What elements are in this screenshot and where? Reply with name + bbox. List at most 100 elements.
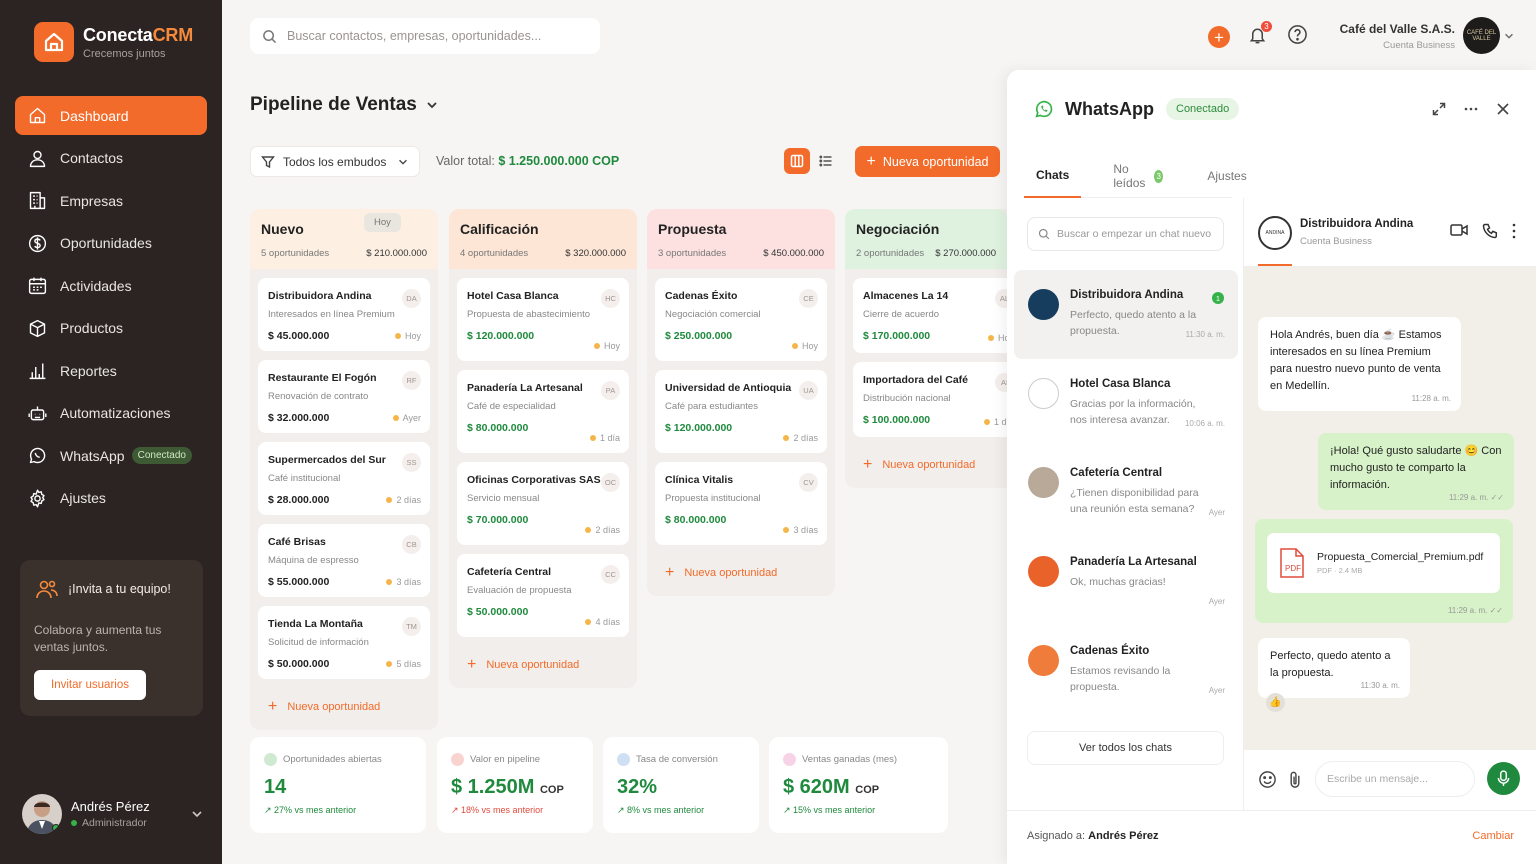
emoji-button[interactable]: [1258, 770, 1277, 794]
kpi-icon: [264, 753, 277, 766]
voice-message-button[interactable]: [1487, 762, 1520, 795]
conversation-header: ANDINA Distribuidora Andina Cuenta Busin…: [1243, 198, 1536, 267]
chat-item[interactable]: Hotel Casa Blanca Gracias por la informac…: [1014, 359, 1238, 448]
user-profile[interactable]: Andrés Pérez Administrador: [22, 794, 202, 834]
sidebar-item-empresas[interactable]: Empresas: [15, 181, 207, 220]
pdf-attachment[interactable]: PDF Propuesta_Comercial_Premium.pdf PDF · …: [1267, 533, 1500, 593]
chat-item[interactable]: Cafetería Central ¿Tienen disponibilidad …: [1014, 448, 1238, 537]
sidebar-item-ajustes[interactable]: Ajustes: [15, 479, 207, 518]
kpi-icon: [451, 753, 464, 766]
invite-card: ¡Invita a tu equipo! Colabora y aumenta …: [20, 560, 203, 716]
attach-button[interactable]: [1288, 770, 1302, 794]
add-opportunity-button[interactable]: + Nueva oportunidad: [258, 688, 430, 730]
opportunity-card[interactable]: Supermercados del Sur Café institucional $…: [258, 442, 430, 515]
add-opportunity-button[interactable]: + Nueva oportunidad: [655, 554, 827, 596]
chat-name: Panadería La Artesanal: [1070, 556, 1197, 568]
tab-chats[interactable]: Chats: [1024, 154, 1082, 198]
close-button[interactable]: [1496, 102, 1510, 116]
opportunity-card[interactable]: Universidad de Antioquia Café para estudi…: [655, 370, 827, 453]
card-title: Cadenas Éxito: [665, 290, 738, 302]
opportunity-card[interactable]: Cafetería Central Evaluación de propuesta…: [457, 554, 629, 637]
chat-item[interactable]: Cadenas Éxito Estamos revisando la propue…: [1014, 626, 1238, 715]
column-title: Nuevo: [261, 221, 304, 237]
card-title: Almacenes La 14: [863, 290, 949, 302]
sidebar-item-automatizaciones[interactable]: Automatizaciones: [15, 394, 207, 433]
more-options-button[interactable]: [1464, 102, 1478, 116]
voice-call-button[interactable]: [1482, 223, 1498, 239]
pipeline-filter-select[interactable]: Todos los embudos: [250, 146, 420, 177]
opportunity-card[interactable]: Café Brisas Máquina de espresso $ 55.000.0…: [258, 524, 430, 597]
add-opportunity-button[interactable]: + Nueva oportunidad: [457, 646, 629, 688]
opportunity-card[interactable]: Almacenes La 14 Cierre de acuerdo $ 170.00…: [853, 278, 1007, 353]
opportunity-card[interactable]: Importadora del Café Distribución naciona…: [853, 362, 1007, 437]
brand-logo[interactable]: ConectaCRM Crecemos juntos: [34, 22, 193, 62]
avatar: UA: [799, 381, 818, 400]
column-amount: $ 450.000.000: [763, 248, 824, 259]
chat-avatar: [1028, 378, 1059, 409]
page-title[interactable]: Pipeline de Ventas: [250, 94, 439, 116]
avatar: SS: [402, 453, 421, 472]
sidebar-item-contactos[interactable]: Contactos: [15, 139, 207, 178]
message-time: 11:29 a. m. ✓✓: [1447, 606, 1503, 615]
company-account[interactable]: Café del Valle S.A.S. Cuenta Business: [1330, 22, 1455, 51]
card-time: Ayer: [392, 413, 421, 423]
sidebar-item-whatsapp[interactable]: WhatsApp Conectado: [15, 436, 207, 475]
sidebar-item-productos[interactable]: Productos: [15, 309, 207, 348]
opportunity-card[interactable]: Restaurante El Fogón Renovación de contra…: [258, 360, 430, 433]
card-title: Oficinas Corporativas SAS: [467, 474, 601, 486]
svg-text:PDF: PDF: [1285, 564, 1301, 573]
notifications-button[interactable]: 3: [1248, 20, 1272, 50]
card-subtitle: Interesados en línea Premium: [268, 309, 395, 320]
opportunity-card[interactable]: Panadería La Artesanal Café de especialid…: [457, 370, 629, 453]
opportunity-card[interactable]: Tienda La Montaña Solicitud de informació…: [258, 606, 430, 679]
sidebar-item-label: Empresas: [60, 192, 124, 209]
quick-add-button[interactable]: +: [1208, 26, 1230, 48]
column-amount: $ 210.000.000: [366, 248, 427, 259]
sidebar-item-actividades[interactable]: Actividades: [15, 266, 207, 305]
chat-item[interactable]: Panadería La Artesanal Ok, muchas gracias…: [1014, 537, 1238, 626]
message-input[interactable]: Escribe un mensaje...: [1315, 761, 1475, 797]
opportunity-card[interactable]: Hotel Casa Blanca Propuesta de abastecimi…: [457, 278, 629, 361]
message-bubble: Hola Andrés, buen día ☕ Estamos interesa…: [1258, 317, 1461, 411]
expand-button[interactable]: [1432, 102, 1446, 116]
list-view-button[interactable]: [813, 148, 839, 174]
tab-no-leidos[interactable]: No leídos 3: [1101, 154, 1175, 198]
invite-title: ¡Invita a tu equipo!: [68, 582, 171, 596]
conversation-more-button[interactable]: [1512, 223, 1516, 239]
add-opportunity-button[interactable]: + Nueva oportunidad: [853, 446, 999, 488]
column-title: Calificación: [460, 221, 539, 237]
help-button[interactable]: [1287, 24, 1308, 50]
sidebar-item-oportunidades[interactable]: Oportunidades: [15, 224, 207, 263]
paperclip-icon: [1290, 771, 1300, 788]
change-assignee-link[interactable]: Cambiar: [1472, 830, 1514, 842]
avatar: CB: [402, 535, 421, 554]
tab-ajustes[interactable]: Ajustes: [1195, 154, 1258, 198]
kanban-view-button[interactable]: [784, 148, 810, 174]
video-call-button[interactable]: [1450, 223, 1468, 239]
company-logo[interactable]: CAFÉ DEL VALLE: [1463, 17, 1500, 54]
chat-search-input[interactable]: Buscar o empezar un chat nuevo: [1027, 217, 1224, 251]
sidebar-item-dashboard[interactable]: Dashboard: [15, 96, 207, 135]
chat-list: Distribuidora Andina Perfecto, quedo aten…: [1014, 270, 1238, 715]
new-opportunity-button[interactable]: + Nueva oportunidad: [855, 146, 1000, 177]
avatar: PA: [601, 381, 620, 400]
chevron-down-icon[interactable]: [190, 807, 204, 821]
opportunity-card[interactable]: Cadenas Éxito Negociación comercial $ 250.…: [655, 278, 827, 361]
kpi-trend: ↗ 8% vs mes anterior: [617, 805, 705, 815]
opportunity-card[interactable]: Clínica Vitalis Propuesta institucional $ …: [655, 462, 827, 545]
global-search-input[interactable]: Buscar contactos, empresas, oportunidade…: [250, 18, 600, 54]
opportunity-card[interactable]: Distribuidora Andina Interesados en línea…: [258, 278, 430, 351]
card-subtitle: Cierre de acuerdo: [863, 309, 940, 320]
column-count: 2 oportunidades: [856, 248, 925, 259]
calendar-icon: [28, 277, 47, 295]
chat-time: Ayer: [1208, 508, 1225, 517]
chat-item[interactable]: Distribuidora Andina Perfecto, quedo aten…: [1014, 270, 1238, 359]
opportunity-card[interactable]: Oficinas Corporativas SAS Servicio mensua…: [457, 462, 629, 545]
see-all-chats-button[interactable]: Ver todos los chats: [1027, 731, 1224, 765]
chevron-down-icon[interactable]: [1503, 30, 1515, 42]
sidebar-item-label: Contactos: [60, 150, 124, 166]
sidebar-item-reportes[interactable]: Reportes: [15, 351, 207, 390]
chat-name: Cadenas Éxito: [1070, 645, 1150, 657]
invite-users-button[interactable]: Invitar usuarios: [34, 670, 146, 700]
card-time: Hoy: [791, 341, 818, 351]
